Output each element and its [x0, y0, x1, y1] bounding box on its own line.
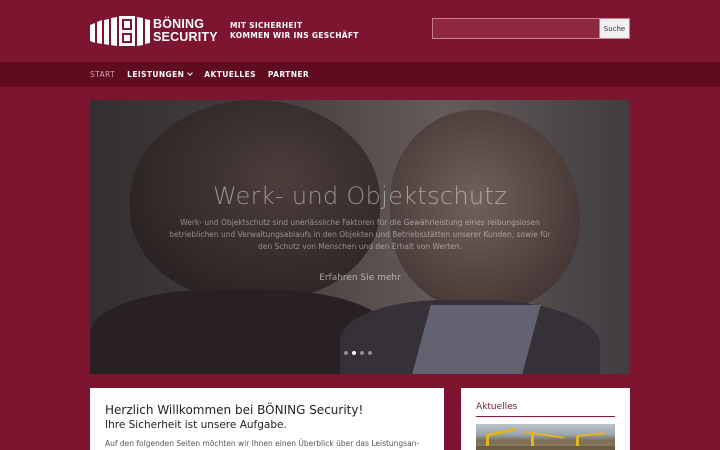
- slider-dot-active[interactable]: [352, 351, 356, 355]
- nav-item-label: PARTNER: [267, 70, 310, 79]
- tagline: MIT SICHERHEIT KOMMEN WIR INS GESCHÄFT: [230, 21, 359, 41]
- welcome-panel: Herzlich Willkommen bei BÖNING Security!…: [90, 388, 444, 450]
- slider-dot[interactable]: [344, 351, 348, 355]
- logo-mark-icon: [90, 16, 150, 46]
- slider-pagination: [344, 351, 376, 355]
- site-header: BÖNING SECURITY MIT SICHERHEIT KOMMEN WI…: [0, 0, 720, 62]
- nav-item-label: AKTUELLES: [204, 70, 256, 79]
- logo-line-2: SECURITY: [153, 30, 218, 44]
- search-form: Suche: [432, 18, 630, 39]
- nav-item-label: LEISTUNGEN: [127, 70, 185, 79]
- welcome-text: Auf den folgenden Seiten möchten wir Ihn…: [105, 439, 420, 448]
- brand-logo[interactable]: BÖNING SECURITY: [90, 16, 218, 46]
- hero-text: Werk- und Objektschutz sind unerlässlich…: [169, 218, 551, 251]
- nav-item-leistungen[interactable]: LEISTUNGEN: [127, 70, 194, 79]
- news-thumbnail-image[interactable]: [476, 424, 615, 450]
- search-input[interactable]: [433, 19, 599, 38]
- welcome-subheading: Ihre Sicherheit ist unsere Aufgabe.: [105, 419, 287, 431]
- logo-wordmark: BÖNING SECURITY: [153, 18, 218, 44]
- news-sidebar-title: Aktuelles: [476, 402, 615, 417]
- nav-item-partner[interactable]: PARTNER: [268, 70, 309, 79]
- hero-title: Werk- und Objektschutz: [212, 182, 508, 210]
- slider-dot[interactable]: [360, 351, 364, 355]
- slider-dot[interactable]: [368, 351, 372, 355]
- welcome-heading: Herzlich Willkommen bei BÖNING Security!: [105, 403, 364, 417]
- tagline-line-1: MIT SICHERHEIT: [230, 21, 303, 30]
- hero-slider[interactable]: Werk- und Objektschutz Werk- und Objekts…: [90, 100, 630, 374]
- chevron-down-icon: [187, 70, 194, 76]
- nav-item-label: START: [90, 70, 116, 79]
- nav-item-start[interactable]: START: [90, 70, 115, 79]
- main-navigation: START LEISTUNGEN AKTUELLES PARTNER: [0, 62, 720, 87]
- news-sidebar: Aktuelles: [461, 388, 630, 450]
- tagline-line-2: KOMMEN WIR INS GESCHÄFT: [230, 31, 359, 40]
- hero-cta-button[interactable]: Erfahren Sie mehr: [90, 273, 630, 283]
- nav-item-aktuelles[interactable]: AKTUELLES: [204, 70, 256, 79]
- search-button[interactable]: Suche: [599, 19, 629, 38]
